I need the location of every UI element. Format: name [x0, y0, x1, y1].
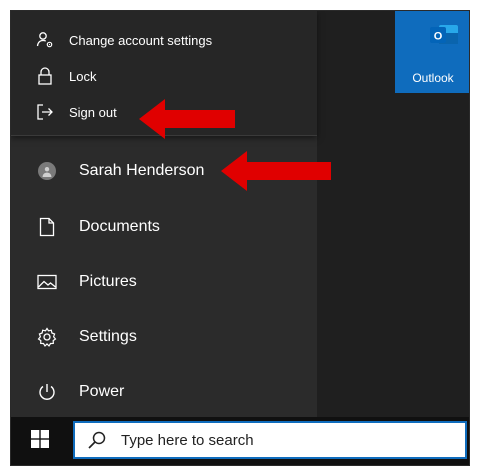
start-button[interactable]	[11, 417, 69, 465]
documents-label: Documents	[79, 218, 160, 235]
start-menu-left-column: Change account settings Lock Sign out Sa…	[11, 11, 317, 417]
outlook-tile-label: Outlook	[412, 71, 454, 85]
taskbar-search-box[interactable]	[73, 421, 467, 459]
document-icon	[35, 215, 59, 239]
lock-label: Lock	[69, 68, 97, 84]
search-icon	[87, 430, 107, 450]
start-menu-screenshot: Change account settings Lock Sign out Sa…	[10, 10, 470, 466]
change-account-settings-label: Change account settings	[69, 32, 213, 48]
avatar	[38, 162, 56, 180]
taskbar	[11, 417, 469, 465]
lock-icon	[35, 66, 55, 86]
power-label: Power	[79, 383, 125, 400]
change-account-settings-item[interactable]: Change account settings	[11, 23, 317, 57]
account-settings-icon	[35, 30, 55, 50]
pictures-label: Pictures	[79, 273, 137, 290]
settings-label: Settings	[79, 328, 137, 345]
gear-icon	[35, 325, 59, 349]
user-name-label: Sarah Henderson	[79, 162, 205, 179]
svg-text:O: O	[434, 31, 443, 43]
pictures-item[interactable]: Pictures	[11, 258, 317, 306]
settings-item[interactable]: Settings	[11, 313, 317, 361]
sign-out-annotation-arrow	[139, 99, 235, 139]
lock-item[interactable]: Lock	[11, 59, 317, 93]
outlook-icon: O	[429, 23, 459, 52]
outlook-tile[interactable]: O Outlook	[395, 11, 469, 93]
user-name-annotation-arrow	[221, 151, 331, 191]
windows-logo-icon	[31, 429, 49, 453]
documents-item[interactable]: Documents	[11, 203, 317, 251]
power-icon	[35, 380, 59, 404]
sign-out-icon	[35, 102, 55, 122]
sign-out-label: Sign out	[69, 104, 117, 120]
pictures-icon	[35, 270, 59, 294]
avatar-icon	[35, 159, 59, 183]
search-input[interactable]	[119, 430, 423, 450]
power-item[interactable]: Power	[11, 368, 317, 416]
